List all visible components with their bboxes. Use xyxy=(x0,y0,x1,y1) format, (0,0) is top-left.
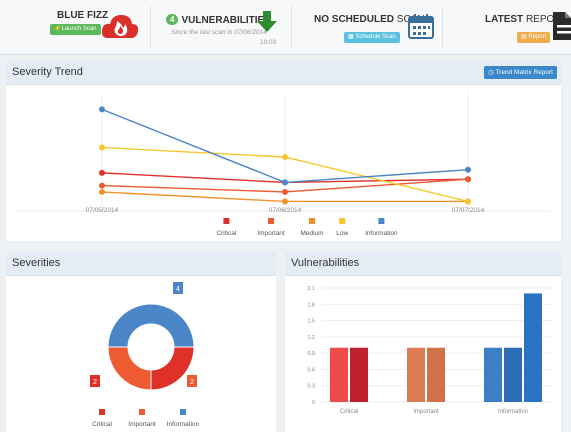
bar-information xyxy=(484,347,502,402)
data-point-information xyxy=(282,179,288,186)
legend-label: Critical xyxy=(216,230,236,237)
severities-donut-chart: 4 2 2 Critical Important Information xyxy=(90,282,200,428)
data-point-important xyxy=(465,176,471,183)
data-point-information xyxy=(465,166,471,173)
clock-icon: ◷ xyxy=(488,69,494,76)
data-point-critical xyxy=(99,169,105,176)
legend-label: Low xyxy=(336,230,348,237)
bar-critical xyxy=(330,347,348,402)
y-tick-label: 1.5 xyxy=(307,319,315,325)
y-tick-label: 0 xyxy=(312,400,315,406)
last-scan-time: 10:03 xyxy=(260,39,277,46)
vulnerabilities-panel: Vulnerabilities 0 0.3 0.6 0.9 1.2 1.5 1.8 2.1 Cr… xyxy=(285,252,561,432)
legend-swatch xyxy=(99,409,105,415)
bar-important xyxy=(427,347,445,402)
report-button[interactable]: ▤ Report xyxy=(517,32,551,43)
value-label: 2 xyxy=(93,379,97,386)
launch-scan-button[interactable]: ⚡Launch Scan xyxy=(50,24,101,35)
x-tick-label: Critical xyxy=(340,409,358,415)
arrow-down-icon xyxy=(257,11,277,32)
summary-bar: BLUE FIZZ ⚡Launch Scan 4 VULNERABILITIES … xyxy=(0,0,571,55)
trend-matrix-report-button[interactable]: ◷ Trend Matrix Report xyxy=(484,66,557,79)
legend-label: Important xyxy=(257,230,285,237)
legend-label: Critical xyxy=(92,421,112,428)
bar-information xyxy=(524,293,542,402)
legend-swatch xyxy=(339,218,346,224)
data-point-medium xyxy=(99,188,105,195)
severity-trend-panel: Severity Trend ◷ Trend Matrix Report 07/… xyxy=(6,61,561,241)
legend-label: Information xyxy=(167,421,200,428)
panel-header: Vulnerabilities xyxy=(285,252,561,276)
legend-label: Medium xyxy=(300,230,323,237)
vulnerabilities-bar-chart: 0 0.3 0.6 0.9 1.2 1.5 1.8 2.1 Critical Important I… xyxy=(307,286,553,415)
x-tick-label: Information xyxy=(498,409,528,415)
data-point-information xyxy=(99,106,105,113)
value-label: 4 xyxy=(176,286,180,293)
panel-header: Severity Trend ◷ Trend Matrix Report xyxy=(6,61,561,85)
schedule-scan-button[interactable]: ▦ Schedule Scan xyxy=(344,32,400,43)
calendar-icon xyxy=(408,14,434,39)
bar-important xyxy=(407,347,425,402)
y-tick-label: 0.3 xyxy=(307,384,315,390)
vulnerabilities-summary: 4 VULNERABILITIES Since the last scan in … xyxy=(151,0,291,55)
vulnerability-count-badge: 4 xyxy=(166,14,179,25)
bar-critical xyxy=(350,347,368,402)
y-tick-label: 1.8 xyxy=(307,302,315,308)
report-summary: LATEST REPORT ▤ Report xyxy=(443,0,571,55)
data-point-important xyxy=(282,188,288,195)
data-point-low xyxy=(282,154,288,160)
legend-label: Information xyxy=(365,230,398,237)
data-point-low xyxy=(465,198,471,205)
schedule-summary: NO SCHEDULED SCAN ▦ Schedule Scan xyxy=(292,0,442,55)
data-point-low xyxy=(99,144,105,151)
legend-swatch xyxy=(180,409,186,415)
legend-swatch xyxy=(223,218,230,224)
legend-label: Important xyxy=(128,421,156,428)
value-label: 2 xyxy=(190,379,194,386)
legend-swatch xyxy=(309,218,315,224)
panel-header: Severities xyxy=(6,252,276,276)
product-summary: BLUE FIZZ ⚡Launch Scan xyxy=(0,0,150,55)
x-tick-label: 07/07/2014 xyxy=(452,207,485,214)
y-tick-label: 1.2 xyxy=(307,335,315,341)
calendar-small-icon: ▦ xyxy=(348,34,354,40)
panel-title: Vulnerabilities xyxy=(291,257,360,269)
y-tick-label: 2.1 xyxy=(307,286,315,292)
file-small-icon: ▤ xyxy=(521,34,527,40)
panel-title: Severities xyxy=(12,257,61,269)
legend-swatch xyxy=(139,409,145,415)
x-tick-label: Important xyxy=(413,409,439,415)
last-scan-note: Since the last scan in 07/06/2014 xyxy=(171,29,267,36)
x-tick-label: 07/06/2014 xyxy=(269,207,302,214)
y-tick-label: 0.6 xyxy=(307,367,315,373)
legend-swatch xyxy=(378,218,385,224)
y-tick-label: 0.9 xyxy=(307,351,315,357)
x-tick-label: 07/05/2014 xyxy=(86,207,119,214)
cloud-fire-icon xyxy=(101,15,139,38)
donut-slice-important xyxy=(107,346,152,391)
bar-information xyxy=(504,347,522,402)
report-document-icon xyxy=(553,12,571,40)
data-point-important xyxy=(99,182,105,189)
donut-slice-information xyxy=(107,303,195,348)
panel-title: Severity Trend xyxy=(12,66,83,78)
severities-panel: Severities 4 2 2 Critical Important Informati… xyxy=(6,252,276,432)
data-point-medium xyxy=(282,198,288,205)
legend-swatch xyxy=(268,218,274,224)
severity-trend-chart: 07/05/2014 07/06/2014 07/07/2014 Critical Im… xyxy=(16,93,551,237)
